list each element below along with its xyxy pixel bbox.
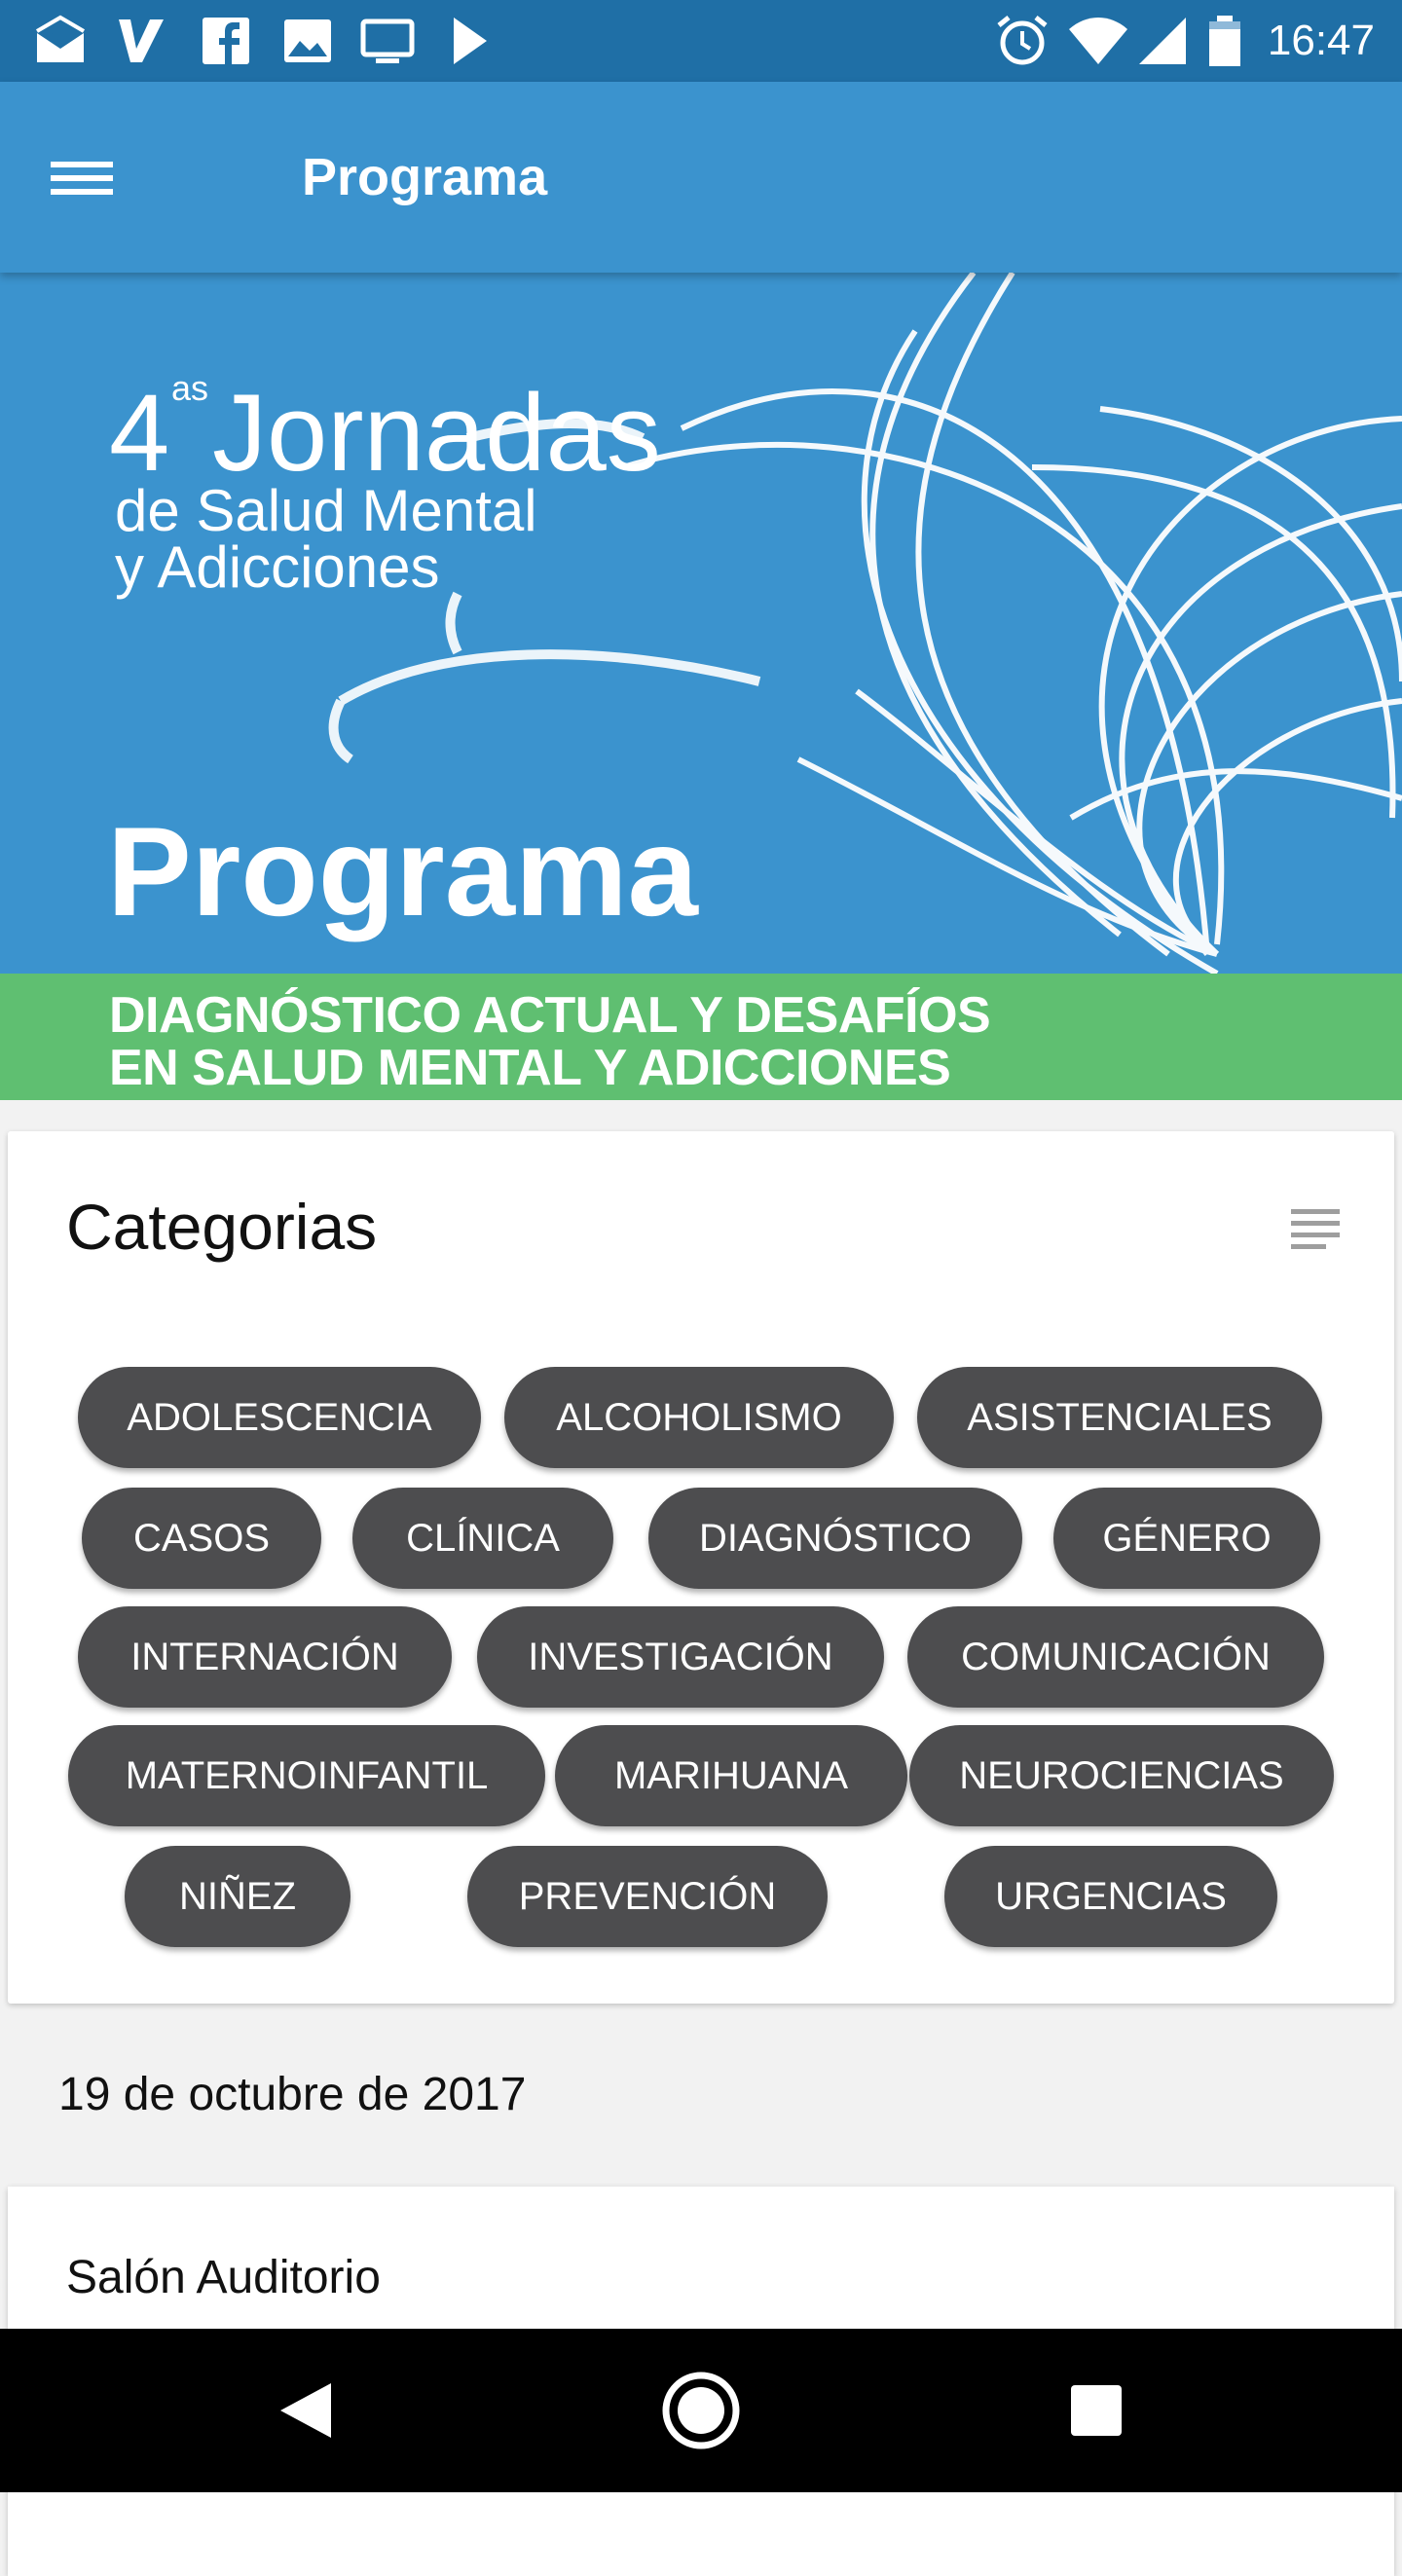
categories-title: Categorias	[66, 1191, 378, 1263]
play-store-icon	[454, 18, 487, 64]
chip-asistenciales[interactable]: ASISTENCIALES	[917, 1367, 1322, 1468]
banner-edition-superscript: as	[171, 368, 209, 408]
chip-genero[interactable]: GÉNERO	[1053, 1488, 1320, 1589]
image-icon	[284, 19, 331, 62]
chip-ninez[interactable]: NIÑEZ	[125, 1846, 350, 1947]
list-view-icon[interactable]	[1289, 1207, 1342, 1256]
app-bar: Programa	[0, 82, 1402, 273]
chip-prevencion[interactable]: PREVENCIÓN	[467, 1846, 828, 1947]
hamburger-menu-icon[interactable]	[33, 132, 130, 222]
chip-diagnostico[interactable]: DIAGNÓSTICO	[648, 1488, 1022, 1589]
chip-alcoholismo[interactable]: ALCOHOLISMO	[504, 1367, 894, 1468]
banner-program-title: Programa	[107, 800, 698, 942]
system-nav-bar	[0, 2329, 1402, 2492]
venue-title: Salón Auditorio	[66, 2252, 381, 2303]
signal-icon	[1139, 18, 1186, 64]
status-time: 16:47	[1267, 17, 1375, 64]
banner-subtitle-line1: DIAGNÓSTICO ACTUAL Y DESAFÍOS	[109, 987, 991, 1044]
schedule-date: 19 de octubre de 2017	[58, 2069, 527, 2120]
chip-marihuana[interactable]: MARIHUANA	[555, 1725, 907, 1826]
alarm-icon	[997, 16, 1048, 65]
chip-comunicacion[interactable]: COMUNICACIÓN	[907, 1606, 1324, 1708]
facebook-icon	[203, 18, 249, 64]
battery-icon	[1209, 16, 1240, 66]
chip-clinica[interactable]: CLÍNICA	[352, 1488, 613, 1589]
recents-icon[interactable]	[1048, 2362, 1145, 2459]
mail-check-icon	[35, 15, 86, 62]
page-title: Programa	[302, 148, 548, 206]
chip-internacion[interactable]: INTERNACIÓN	[78, 1606, 452, 1708]
chip-casos[interactable]: CASOS	[82, 1488, 321, 1589]
banner-subtitle-line2: EN SALUD MENTAL Y ADICCIONES	[109, 1040, 951, 1096]
tv-icon	[360, 18, 415, 63]
event-banner: 4 as Jornadas de Salud Mental y Adiccion…	[0, 273, 1402, 1100]
date-header: 19 de octubre de 2017	[0, 2013, 1402, 2169]
home-icon[interactable]	[652, 2362, 750, 2459]
categories-card: Categorias ADOLESCENCIA ALCOHOLISMO ASIS…	[8, 1131, 1394, 2004]
status-bar: 16:47	[0, 0, 1402, 82]
chip-adolescencia[interactable]: ADOLESCENCIA	[78, 1367, 481, 1468]
wifi-icon	[1069, 18, 1127, 64]
chip-maternoinfantil[interactable]: MATERNOINFANTIL	[68, 1725, 545, 1826]
chip-neurociencias[interactable]: NEUROCIENCIAS	[909, 1725, 1334, 1826]
chip-urgencias[interactable]: URGENCIAS	[944, 1846, 1277, 1947]
banner-jornadas-line3: y Adicciones	[115, 534, 440, 600]
chip-investigacion[interactable]: INVESTIGACIÓN	[477, 1606, 884, 1708]
vodafone-icon	[119, 19, 164, 62]
back-icon[interactable]	[257, 2362, 354, 2459]
